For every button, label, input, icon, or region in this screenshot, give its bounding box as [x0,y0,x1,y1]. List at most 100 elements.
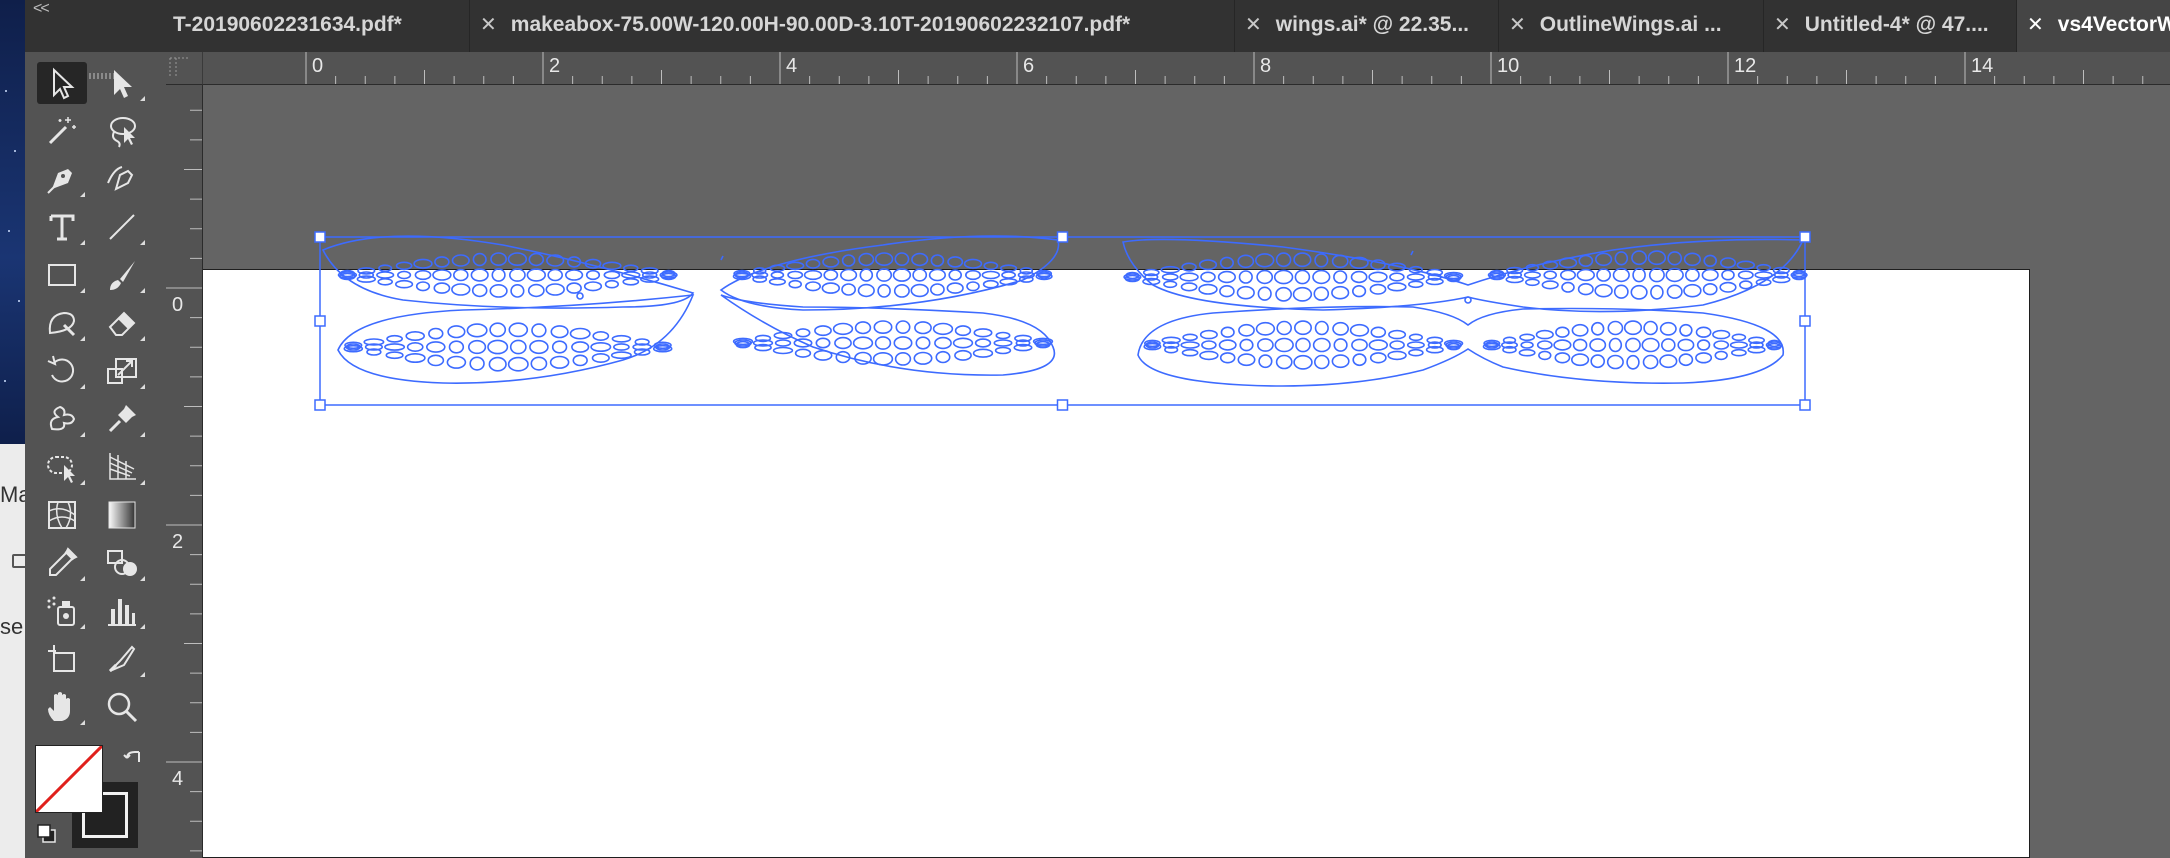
close-icon[interactable]: ✕ [480,14,497,36]
ruler-label: 0 [172,294,184,316]
swap-fill-stroke-icon[interactable] [119,746,149,776]
puppet-warp-tool[interactable] [97,398,147,440]
line-segment-tool[interactable] [97,206,147,248]
resize-handle[interactable] [1799,399,1811,411]
tab-document-2[interactable]: ✕ makeabox-75.00W-120.00H-90.00D-3.10T-20… [470,0,1235,52]
vertical-ruler[interactable]: 0 2 4 [166,84,203,858]
tab-label: Untitled-4* @ 47.... [1804,13,1989,36]
tab-document-4[interactable]: ✕ OutlineWings.ai ... [1499,0,1764,52]
document-tab-bar: << T-20190602231634.pdf* ✕ makeabox-75.00… [25,0,2170,53]
gradient-icon [108,501,136,529]
line-icon [109,214,135,240]
scale-tool[interactable] [97,350,147,392]
ruler-label: 0 [312,55,324,77]
tab-document-1[interactable]: T-20190602231634.pdf* [165,0,470,52]
tools-panel [25,52,167,858]
tab-label: makeabox-75.00W-120.00H-90.00D-3.10T-201… [510,13,1131,36]
lasso-icon [110,117,136,148]
tab-label: vs4VectorWi [2057,13,2170,36]
tab-label: OutlineWings.ai ... [1539,13,1722,36]
close-icon[interactable]: ✕ [1509,14,1526,36]
hand-icon [48,692,70,721]
ruler-label: 2 [172,531,184,553]
resize-handle[interactable] [314,315,326,327]
resize-handle[interactable] [1799,315,1811,327]
resize-handle[interactable] [1056,231,1069,243]
slice-icon [108,645,136,673]
curvature-pen-icon [107,166,134,191]
ruler-label: 12 [1734,55,1757,77]
tab-document-active[interactable]: ✕ vs4VectorWi [2017,0,2170,52]
resize-handle[interactable] [314,399,326,411]
paintbrush-icon [110,261,135,290]
gradient-tool[interactable] [97,494,147,536]
direct-selection-tool[interactable] [97,62,147,104]
rectangle-icon [48,264,76,286]
horizontal-ruler[interactable]: 0 2 4 6 8 10 12 14 [166,52,2170,85]
none-fill-icon [36,746,102,812]
blend-icon [107,550,137,576]
paintbrush-tool[interactable] [97,254,147,296]
resize-handle[interactable] [1056,399,1069,411]
type-tool[interactable] [37,206,87,248]
direct-selection-arrow-icon [114,70,132,98]
close-icon[interactable]: ✕ [1245,14,1262,36]
mesh-tool[interactable] [37,494,87,536]
magic-wand-icon [48,117,76,145]
column-graph-tool[interactable] [97,590,147,632]
fill-swatch[interactable] [35,745,103,813]
rotate-tool[interactable] [37,350,87,392]
artboard-tool[interactable] [37,638,87,680]
eraser-tool[interactable] [97,302,147,344]
background-window-text-bottom: se [0,614,24,639]
ruler-label: 6 [1023,55,1035,77]
warp-tool[interactable] [37,398,87,440]
wings-artwork-group[interactable] [203,85,2170,858]
shaper-icon [48,311,76,337]
perspective-grid-icon [109,453,136,480]
tab-document-3[interactable]: ✕ wings.ai* @ 22.35... [1235,0,1499,52]
blend-tool[interactable] [97,542,147,584]
close-icon[interactable]: ✕ [1774,14,1791,36]
ruler-label: 10 [1497,55,1520,77]
slice-tool[interactable] [97,638,147,680]
canvas[interactable] [203,85,2170,858]
ruler-label: 2 [549,55,561,77]
pen-icon [47,169,72,194]
resize-handle[interactable] [314,231,326,243]
free-transform-tool[interactable] [37,446,87,488]
eyedropper-tool[interactable] [37,542,87,584]
background-window: Ma se [0,444,31,858]
selection-arrow-icon [53,67,75,100]
ruler-label: 4 [786,55,798,77]
shaper-tool[interactable] [37,302,87,344]
rectangle-tool[interactable] [37,254,87,296]
zoom-tool[interactable] [97,686,147,728]
warp-icon [49,405,76,431]
symbol-sprayer-icon [47,596,75,626]
pen-tool[interactable] [37,158,87,200]
scale-icon [107,358,137,384]
default-fill-stroke-icon[interactable] [35,822,59,846]
mesh-icon [48,501,76,529]
ruler-label: 14 [1971,55,1994,77]
free-transform-icon [47,456,75,483]
symbol-sprayer-tool[interactable] [37,590,87,632]
ruler-label: 4 [172,768,184,790]
magic-wand-tool[interactable] [37,110,87,152]
resize-handle[interactable] [1799,231,1811,243]
curvature-tool[interactable] [97,158,147,200]
hand-tool[interactable] [37,686,87,728]
selection-tool[interactable] [37,62,87,104]
tab-document-5[interactable]: ✕ Untitled-4* @ 47.... [1764,0,2017,52]
lasso-tool[interactable] [97,110,147,152]
ruler-origin[interactable] [166,52,203,85]
perspective-grid-tool[interactable] [97,446,147,488]
rotate-icon [47,355,75,383]
eyedropper-icon [49,547,78,576]
zoom-icon [107,692,138,723]
collapse-panel-button[interactable]: << [33,0,50,18]
tab-label: T-20190602231634.pdf* [173,13,402,36]
tab-label: wings.ai* @ 22.35... [1275,13,1469,36]
close-icon[interactable]: ✕ [2027,14,2044,36]
